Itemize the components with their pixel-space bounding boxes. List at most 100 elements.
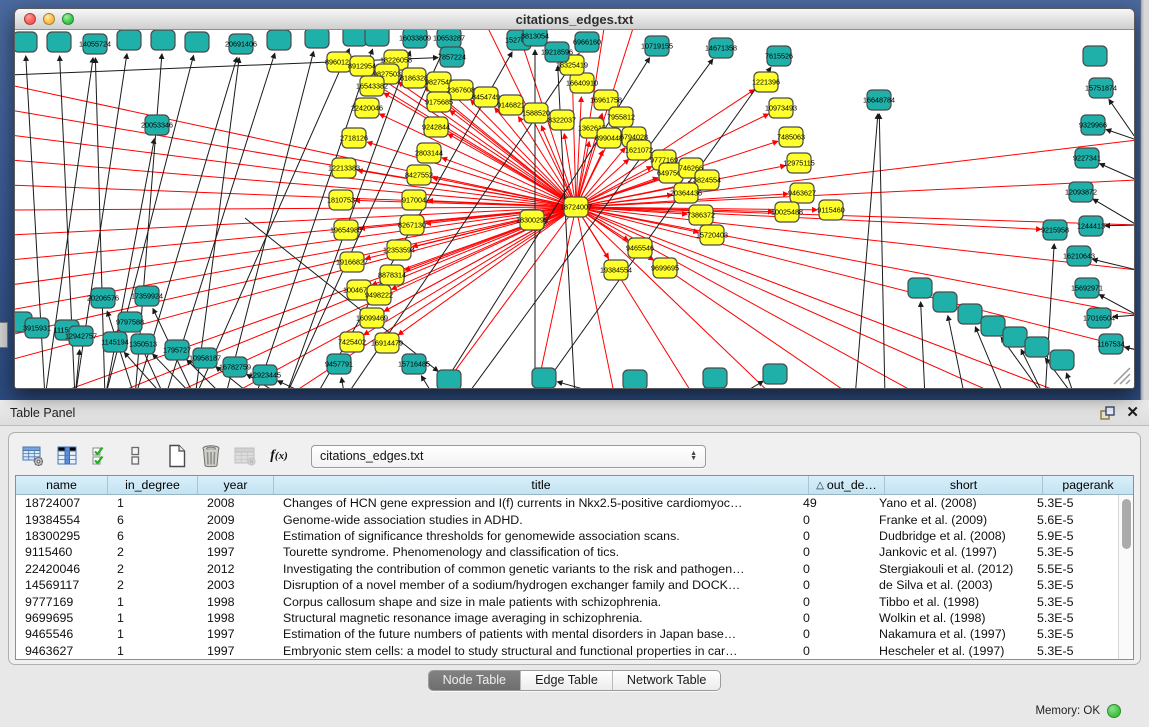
network-node[interactable]: 2718126 (340, 128, 368, 148)
network-node[interactable]: 7386372 (687, 205, 715, 225)
network-node[interactable] (933, 292, 957, 312)
network-node[interactable]: 17016504 (1083, 308, 1115, 328)
table-selector-dropdown[interactable]: citations_edges.txt ▲▼ (311, 445, 706, 468)
table-mode-button[interactable] (19, 442, 47, 470)
network-node[interactable]: 14671358 (705, 38, 737, 58)
table-row[interactable]: 946362711997Embryonic stem cells: a mode… (16, 643, 1118, 659)
network-node[interactable]: 1221396 (752, 72, 780, 92)
network-node[interactable]: 16543382 (356, 76, 388, 96)
network-node[interactable]: 20691406 (225, 34, 257, 54)
network-node[interactable] (305, 30, 329, 48)
network-node[interactable]: 16648784 (863, 90, 895, 110)
network-node[interactable]: 9227341 (1073, 148, 1101, 168)
network-node[interactable]: 19166827 (336, 252, 368, 272)
network-node[interactable] (981, 316, 1005, 336)
column-header-out_de[interactable]: △out_de… (809, 476, 885, 494)
network-node[interactable]: 12942757 (65, 326, 97, 346)
new-column-button[interactable] (163, 442, 191, 470)
network-node[interactable] (1003, 327, 1027, 347)
network-node[interactable]: 9498222 (365, 285, 393, 305)
column-header-year[interactable]: year (198, 476, 274, 494)
network-node[interactable]: 8322037 (548, 110, 576, 130)
network-node[interactable] (185, 32, 209, 52)
network-node[interactable]: 1588520 (522, 103, 550, 123)
network-node[interactable]: 22420046 (351, 98, 383, 118)
network-node[interactable] (365, 30, 389, 46)
column-header-title[interactable]: title (274, 476, 809, 494)
network-node[interactable]: 15692971 (1071, 278, 1103, 298)
network-view-canvas[interactable]: 1872400789601238912954182260589827503818… (15, 30, 1134, 388)
network-edge-red[interactable] (576, 207, 615, 388)
network-node[interactable]: 1167534 (1097, 334, 1124, 354)
network-edge-black[interactable] (195, 58, 239, 388)
network-edge-black[interactable] (225, 52, 314, 388)
network-node[interactable]: 7955812 (607, 107, 635, 127)
network-node[interactable]: 10973493 (765, 98, 797, 118)
network-node[interactable] (703, 368, 727, 388)
network-node[interactable] (1083, 46, 1107, 66)
table-row[interactable]: 1938455462009Genome-wide association stu… (16, 511, 1118, 527)
network-node[interactable] (47, 32, 71, 52)
table-vertical-scrollbar[interactable] (1118, 495, 1133, 659)
network-node[interactable]: 12353594 (383, 240, 415, 260)
network-node[interactable]: 1795727 (163, 340, 191, 360)
network-node[interactable]: 9465546 (626, 238, 654, 258)
resize-grip-icon[interactable] (1106, 360, 1132, 386)
network-node[interactable]: 16210643 (1063, 246, 1095, 266)
network-node[interactable]: 19654985 (330, 220, 362, 240)
network-node[interactable]: 12975115 (783, 153, 814, 173)
network-edge-red[interactable] (576, 207, 775, 388)
network-node[interactable]: 17359924 (131, 286, 163, 306)
network-node[interactable]: 7615526 (765, 46, 793, 66)
close-panel-button[interactable]: ✕ (1126, 405, 1139, 420)
network-node[interactable] (623, 370, 647, 388)
network-edge-black[interactable] (341, 378, 345, 388)
network-node[interactable] (1025, 337, 1049, 357)
table-row[interactable]: 2242004622012Investigating the contribut… (16, 561, 1118, 577)
table-row[interactable]: 969969511998Structural magnetic resonanc… (16, 610, 1118, 626)
network-node[interactable]: 16914479 (371, 333, 403, 353)
network-node[interactable]: 10719155 (641, 36, 673, 56)
network-node[interactable]: 16782759 (219, 357, 251, 377)
network-node[interactable]: 10958187 (189, 348, 221, 368)
table-row[interactable]: 1830029562008Estimation of significance … (16, 528, 1118, 544)
network-node[interactable]: 15751874 (1085, 78, 1117, 98)
network-node[interactable]: 7485063 (777, 127, 805, 147)
network-node[interactable]: 15716485 (398, 354, 430, 374)
network-node[interactable] (1050, 350, 1074, 370)
network-node[interactable]: 20206576 (87, 288, 119, 308)
network-edge-black[interactable] (1109, 100, 1134, 140)
network-node[interactable] (343, 30, 367, 46)
network-edge-red[interactable] (576, 207, 925, 388)
network-window-titlebar[interactable]: citations_edges.txt (15, 9, 1134, 30)
network-node[interactable] (908, 278, 932, 298)
table-row[interactable]: 1872400712008Changes of HCN gene express… (16, 495, 1118, 511)
tab-network-table[interactable]: Network Table (612, 671, 721, 690)
network-edge-black[interactable] (921, 302, 925, 388)
network-node[interactable]: 8912954 (348, 56, 376, 76)
tab-node-table[interactable]: Node Table (429, 671, 521, 690)
table-row[interactable]: 1456911722003Disruption of a novel membe… (16, 577, 1118, 593)
network-node[interactable]: 9146821 (497, 95, 525, 115)
network-node[interactable]: 9463627 (788, 183, 816, 203)
network-node[interactable]: 8813054 (521, 30, 549, 46)
network-edge-red[interactable] (15, 207, 576, 335)
memory-status-indicator[interactable] (1107, 704, 1121, 718)
network-node[interactable] (958, 304, 982, 324)
column-header-pagerank[interactable]: pagerank (1043, 476, 1133, 494)
network-node[interactable]: 10025488 (771, 202, 803, 222)
network-node[interactable]: 6966160 (573, 32, 601, 52)
float-panel-button[interactable] (1100, 406, 1116, 420)
network-node[interactable]: 8878314 (378, 265, 406, 285)
table-row[interactable]: 946554611997Estimation of the future num… (16, 626, 1118, 642)
network-node[interactable]: 12923445 (249, 365, 281, 385)
network-node[interactable]: 12213383 (328, 158, 360, 178)
network-node[interactable]: 10653287 (433, 30, 465, 48)
network-edge-black[interactable] (1100, 164, 1134, 180)
network-edge-red[interactable] (15, 207, 576, 235)
network-node[interactable] (15, 32, 37, 52)
network-node[interactable] (532, 368, 556, 388)
network-node[interactable]: 16640910 (566, 73, 598, 93)
network-node[interactable]: 9175685 (425, 92, 453, 112)
network-node[interactable]: 7857224 (438, 47, 466, 67)
